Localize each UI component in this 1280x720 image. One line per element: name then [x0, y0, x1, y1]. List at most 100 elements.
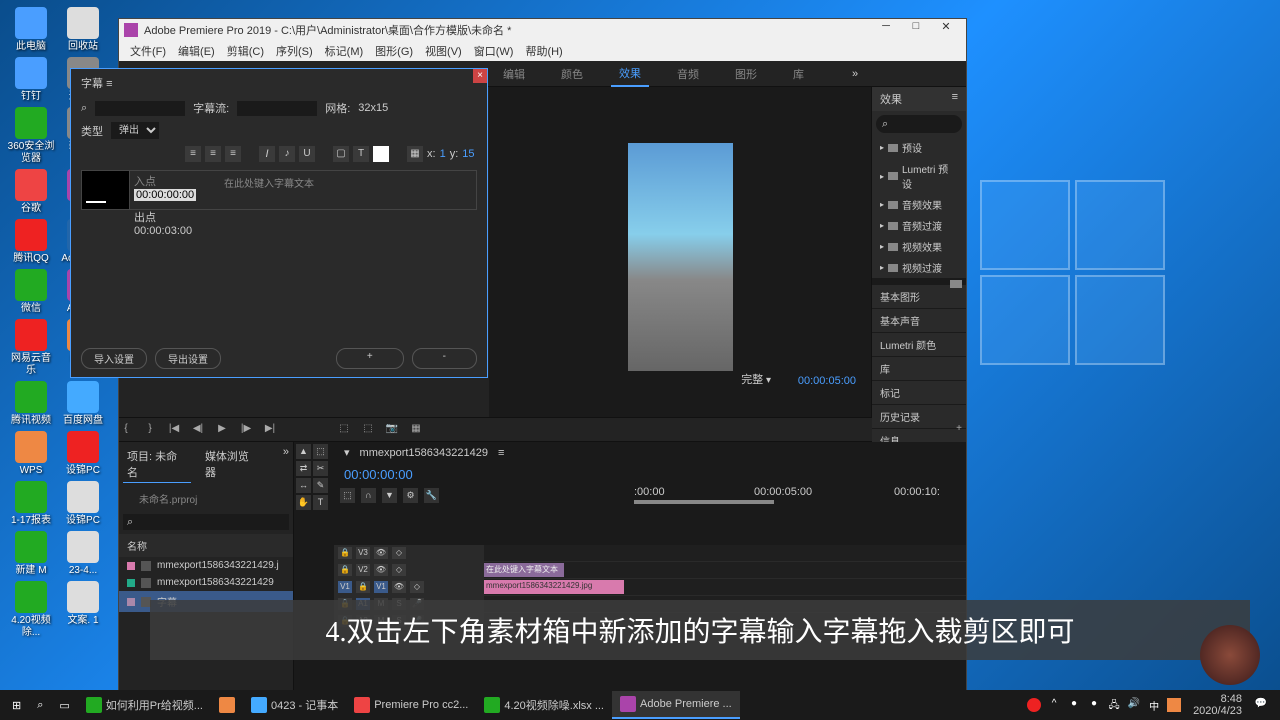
workspace-tab[interactable]: 图形 — [727, 62, 765, 86]
volume-icon[interactable]: 🔊 — [1127, 698, 1141, 712]
snapshot-button[interactable]: 📷 — [385, 423, 399, 437]
music-button[interactable]: ♪ — [279, 146, 295, 162]
network-icon[interactable]: 🖧 — [1107, 698, 1121, 712]
desktop-icon[interactable]: 23-4... — [59, 531, 107, 577]
menu-item[interactable]: 帮助(H) — [519, 41, 568, 61]
export-settings-button[interactable]: 导出设置 — [155, 348, 221, 369]
hand-tool[interactable]: ✋ — [296, 495, 311, 510]
ripple-tool[interactable]: ⇄ — [296, 461, 311, 476]
video-clip[interactable]: mmexport1586343221429.jpg — [484, 580, 624, 594]
menu-item[interactable]: 图形(G) — [369, 41, 419, 61]
underline-button[interactable]: U — [299, 146, 315, 162]
lock-icon[interactable]: 🔒 — [338, 547, 352, 559]
menu-item[interactable]: 视图(V) — [419, 41, 468, 61]
remove-caption-button[interactable]: - — [412, 348, 477, 369]
panel-menu-icon[interactable]: ≡ — [106, 78, 112, 90]
taskbar-app[interactable]: 4.20视频除噪.xlsx ... — [476, 691, 612, 719]
tray-icon[interactable]: ● — [1067, 698, 1081, 712]
lock-icon[interactable]: 🔒 — [356, 581, 370, 593]
desktop-icon[interactable]: 回收站 — [59, 7, 107, 53]
grid-icon[interactable]: ▦ — [407, 146, 423, 162]
panel-section[interactable]: Lumetri 颜色 — [872, 332, 966, 356]
mark-in-button[interactable]: { — [119, 423, 133, 437]
wrench-button[interactable]: 🔧 — [424, 488, 439, 503]
color-swatch[interactable] — [373, 146, 389, 162]
folder-icon[interactable] — [950, 280, 962, 288]
panel-menu-icon[interactable]: ≡ — [952, 91, 958, 107]
track-select-tool[interactable]: ⬚ — [313, 444, 328, 459]
taskbar-app[interactable]: 0423 - 记事本 — [243, 691, 346, 719]
snap-button[interactable]: ⬚ — [340, 488, 355, 503]
desktop-icon[interactable]: 钉钉 — [7, 57, 55, 103]
desktop-icon[interactable]: 腾讯QQ — [7, 219, 55, 265]
tray-icon[interactable] — [1167, 698, 1181, 712]
effects-folder[interactable]: 音频效果 — [872, 194, 966, 215]
panel-chevron-icon[interactable]: » — [283, 446, 289, 483]
panel-section[interactable]: 标记 — [872, 380, 966, 404]
panel-section[interactable]: 基本声音 — [872, 308, 966, 332]
desktop-icon[interactable]: WPS — [7, 431, 55, 477]
panel-menu-icon[interactable]: ≡ — [498, 447, 504, 459]
add-button[interactable]: + — [952, 423, 966, 437]
desktop-icon[interactable]: 网易云音乐 — [7, 319, 55, 377]
eye-icon[interactable]: 👁 — [374, 547, 388, 559]
effects-folder[interactable]: 视频过渡 — [872, 257, 966, 278]
taskbar-app[interactable]: 如何利用Pr给视频... — [78, 691, 211, 719]
go-end-button[interactable]: ▶| — [263, 423, 277, 437]
project-tab[interactable]: 项目: 未命名 — [123, 446, 191, 483]
subtitle-clip[interactable]: 在此处键入字幕文本 — [484, 563, 564, 577]
maximize-button[interactable]: □ — [901, 20, 931, 40]
taskbar-clock[interactable]: 8:48 2020/4/23 — [1187, 693, 1248, 717]
workspace-tab[interactable]: 颜色 — [553, 62, 591, 86]
eye-icon[interactable]: 👁 — [374, 564, 388, 576]
desktop-icon[interactable]: 谷歌 — [7, 169, 55, 215]
link-button[interactable]: ∩ — [361, 488, 376, 503]
taskbar-app[interactable]: Adobe Premiere ... — [612, 691, 740, 719]
project-item[interactable]: mmexport1586343221429 — [119, 574, 293, 591]
effects-folder[interactable]: 音频过渡 — [872, 215, 966, 236]
bg-button[interactable]: ▢ — [333, 146, 349, 162]
effects-folder[interactable]: 视频效果 — [872, 236, 966, 257]
tray-icon[interactable]: ● — [1087, 698, 1101, 712]
menu-item[interactable]: 序列(S) — [270, 41, 319, 61]
step-fwd-button[interactable]: |▶ — [239, 423, 253, 437]
project-item[interactable]: mmexport1586343221429.j — [119, 557, 293, 574]
text-color-button[interactable]: T — [353, 146, 369, 162]
panel-section[interactable]: 库 — [872, 356, 966, 380]
workspace-tab[interactable]: 库 — [785, 62, 812, 86]
task-view-button[interactable]: ▭ — [51, 691, 77, 719]
dialog-close-button[interactable]: × — [473, 69, 487, 83]
pen-tool[interactable]: ✎ — [313, 478, 328, 493]
project-column-name[interactable]: 名称 — [119, 534, 293, 557]
razor-tool[interactable]: ✂ — [313, 461, 328, 476]
desktop-icon[interactable]: 360安全浏览器 — [7, 107, 55, 165]
timeline-timecode[interactable]: 00:00:00:00 — [334, 463, 966, 486]
desktop-icon[interactable]: 设锦PC — [59, 481, 107, 527]
eye-icon[interactable]: 👁 — [392, 581, 406, 593]
play-button[interactable]: ▶ — [215, 423, 229, 437]
subtitle-search[interactable] — [95, 101, 185, 116]
tray-icon[interactable] — [1027, 698, 1041, 712]
minimize-button[interactable]: ─ — [871, 20, 901, 40]
taskbar-app[interactable]: Premiere Pro cc2... — [346, 691, 476, 719]
align-left-button[interactable]: ≡ — [185, 146, 201, 162]
type-tool[interactable]: T — [313, 495, 328, 510]
desktop-icon[interactable]: 设锦PC — [59, 431, 107, 477]
import-settings-button[interactable]: 导入设置 — [81, 348, 147, 369]
desktop-icon[interactable]: 微信 — [7, 269, 55, 315]
stream-input[interactable] — [237, 101, 317, 116]
align-right-button[interactable]: ≡ — [225, 146, 241, 162]
track-v1[interactable]: V1🔒V1👁◇ mmexport1586343221429.jpg — [334, 579, 966, 596]
media-browser-tab[interactable]: 媒体浏览器 — [201, 446, 263, 483]
menu-item[interactable]: 文件(F) — [124, 41, 172, 61]
mark-out-button[interactable]: } — [143, 423, 157, 437]
slip-tool[interactable]: ↔ — [296, 478, 311, 493]
export-frame-button[interactable]: ▦ — [409, 423, 423, 437]
desktop-icon[interactable]: 此电脑 — [7, 7, 55, 53]
effects-folder[interactable]: 预设 — [872, 137, 966, 158]
workspace-tab[interactable]: 音频 — [669, 62, 707, 86]
desktop-icon[interactable]: 腾讯视频 — [7, 381, 55, 427]
subtitle-text-input[interactable]: 在此处键入字幕文本 — [220, 171, 476, 209]
effects-folder[interactable]: Lumetri 预设 — [872, 158, 966, 194]
search-button[interactable]: ⌕ — [29, 691, 51, 719]
